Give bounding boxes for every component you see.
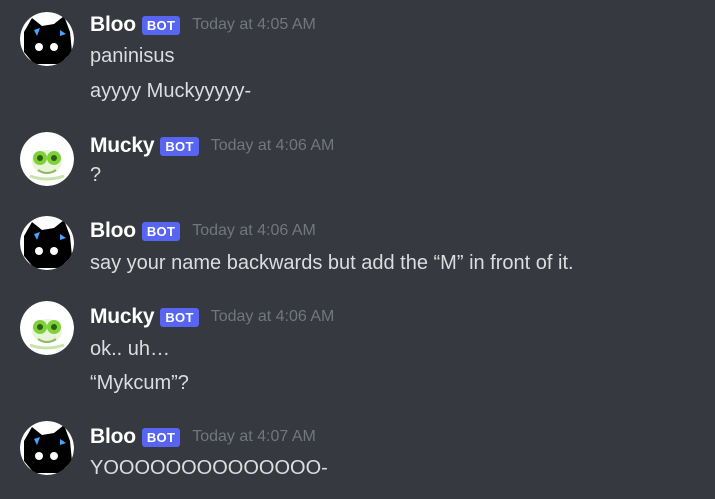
message-text: ayyyy Muckyyyyy- [90, 80, 252, 102]
message-text: “Mykcum”? [90, 372, 189, 394]
message-header: Bloo BOT Today at 4:06 AM [90, 218, 316, 244]
message-timestamp: Today at 4:05 AM [192, 16, 316, 33]
message-group: Mucky BOT Today at 4:06 AM ok.. uh… “Myk… [0, 290, 715, 412]
green-creature-icon [20, 301, 74, 355]
bot-badge: BOT [160, 307, 199, 327]
bloo-avatar[interactable] [20, 12, 74, 66]
black-cat-icon [20, 421, 74, 475]
mucky-avatar[interactable] [20, 132, 74, 186]
message-header: Mucky BOT Today at 4:06 AM [90, 133, 334, 159]
message-group: Bloo BOT Today at 4:06 AM say your name … [0, 205, 715, 290]
message-group: Mucky BOT Today at 4:06 AM ? [0, 120, 715, 205]
message-group: Bloo BOT Today at 4:07 AM YOOOOOOOOOOOOO… [0, 412, 715, 499]
mucky-avatar[interactable] [20, 301, 74, 355]
message-text: ok.. uh… [90, 338, 171, 360]
green-creature-icon [20, 132, 74, 186]
message-header: Mucky BOT Today at 4:06 AM [90, 304, 334, 330]
bot-badge: BOT [141, 427, 181, 447]
author-name[interactable]: Mucky [90, 134, 155, 158]
chat-message-list: Bloo BOT Today at 4:05 AM paninisus ayyy… [0, 0, 715, 499]
message-timestamp: Today at 4:06 AM [210, 137, 335, 154]
message-text: paninisus [90, 45, 175, 67]
author-name[interactable]: Bloo [90, 219, 136, 243]
author-name[interactable]: Bloo [90, 425, 136, 449]
message-header: Bloo BOT Today at 4:07 AM [90, 424, 316, 450]
message-timestamp: Today at 4:06 AM [210, 308, 335, 325]
bot-badge: BOT [141, 221, 181, 241]
message-text: ? [90, 164, 102, 186]
message-text: YOOOOOOOOOOOOOO- [90, 457, 328, 479]
bot-badge: BOT [160, 136, 199, 156]
message-text: say your name backwards but add the “M” … [90, 252, 574, 274]
author-name[interactable]: Bloo [90, 13, 136, 37]
black-cat-icon [20, 216, 74, 270]
bloo-avatar[interactable] [20, 421, 74, 475]
black-cat-icon [20, 12, 74, 66]
bloo-avatar[interactable] [20, 216, 74, 270]
message-group: Bloo BOT Today at 4:05 AM paninisus ayyy… [0, 0, 715, 120]
message-header: Bloo BOT Today at 4:05 AM [90, 12, 316, 38]
bot-badge: BOT [141, 15, 181, 35]
author-name[interactable]: Mucky [90, 305, 155, 329]
message-timestamp: Today at 4:06 AM [192, 222, 316, 239]
message-timestamp: Today at 4:07 AM [192, 428, 316, 445]
